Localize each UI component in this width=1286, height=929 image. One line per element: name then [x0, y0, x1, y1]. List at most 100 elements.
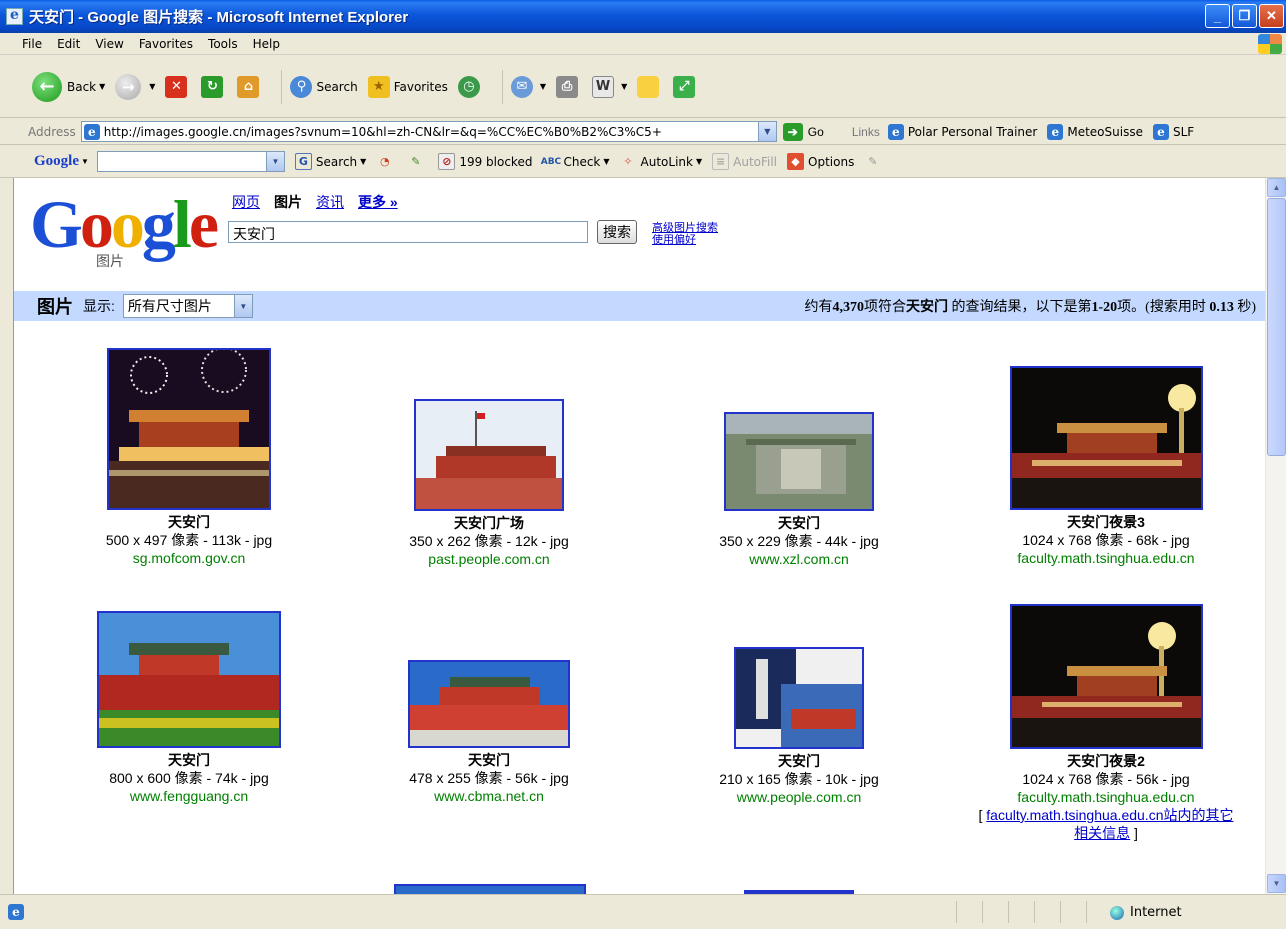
close-button[interactable]: ✕ [1259, 4, 1284, 28]
nav-news-link[interactable]: 资讯 [316, 192, 344, 212]
maximize-button[interactable]: ❐ [1232, 4, 1257, 28]
result-title[interactable]: 天安门 [379, 751, 599, 769]
scroll-up-icon[interactable]: ▲ [1267, 178, 1286, 197]
google-logo[interactable]: Google [30, 190, 219, 258]
result-size: 1024 x 768 像素 - 68k - jpg [1022, 532, 1190, 548]
autolink-menu-icon[interactable]: ▼ [696, 157, 702, 166]
result-site: faculty.math.tsinghua.edu.cn [1017, 789, 1195, 805]
autofill-label: AutoFill [733, 154, 778, 169]
page-icon: e [83, 123, 100, 140]
pencil-icon: ✎ [868, 155, 878, 168]
forward-dropdown-icon[interactable]: ▼ [149, 82, 155, 91]
preferences-link[interactable]: 使用偏好 [652, 234, 718, 246]
nav-more-link[interactable]: 更多 » [358, 192, 398, 212]
edit-dropdown-icon[interactable]: ▼ [621, 82, 627, 91]
stats-mid3: 项。(搜索用时 [1117, 300, 1210, 315]
history-button[interactable]: ◷ [457, 75, 484, 98]
search-query-input[interactable]: 天安门 [228, 221, 588, 243]
result-thumbnail[interactable] [408, 660, 570, 748]
back-button[interactable]: ← Back ▼ [32, 71, 105, 102]
options-button[interactable]: ◆ Options [787, 153, 854, 170]
result-thumbnail[interactable] [1009, 604, 1203, 749]
result-title[interactable]: 天安门夜景3 [984, 513, 1228, 531]
news-icon: ✎ [411, 155, 421, 168]
mail-dropdown-icon[interactable]: ▼ [540, 82, 546, 91]
more-from-site-link[interactable]: faculty.math.tsinghua.edu.cn站内的其它 [986, 807, 1233, 823]
vertical-scrollbar[interactable]: ▲ ▼ [1265, 178, 1286, 894]
print-button[interactable]: ⎙ [556, 75, 582, 98]
autolink-label: AutoLink [640, 154, 693, 169]
search-submit-button[interactable]: 搜索 [597, 220, 637, 244]
address-input[interactable]: e http://images.google.cn/images?svnum=1… [80, 121, 777, 142]
menu-file[interactable]: File [22, 37, 42, 51]
related-info-link[interactable]: 相关信息 [1074, 825, 1130, 841]
size-dropdown-icon[interactable]: ▼ [233, 295, 252, 317]
google-search-menu-icon[interactable]: ▼ [360, 157, 366, 166]
go-arrow-icon: ➔ [782, 122, 803, 141]
result-title[interactable]: 天安门夜景2 [954, 752, 1258, 770]
forward-button[interactable]: → ▼ [115, 73, 155, 100]
menu-bar: File Edit View Favorites Tools Help [0, 33, 1286, 55]
refresh-button[interactable]: ↻ [201, 75, 227, 98]
result-title[interactable]: 天安门 [74, 513, 304, 531]
result-thumbnail[interactable] [724, 412, 874, 511]
mail-button[interactable]: ✉ ▼ [510, 75, 546, 98]
minimize-button[interactable]: _ [1205, 4, 1230, 28]
discuss-button[interactable] [637, 75, 663, 98]
link-slf[interactable]: e SLF [1151, 123, 1194, 140]
result-title[interactable]: 天安门广场 [379, 514, 599, 532]
mail-icon: ✉ [510, 75, 533, 98]
edit-button[interactable]: W ▼ [592, 75, 627, 98]
address-url[interactable]: http://images.google.cn/images?svnum=10&… [104, 125, 662, 139]
menu-help[interactable]: Help [253, 37, 280, 51]
result-title[interactable]: 天安门 [694, 752, 904, 770]
google-search-button[interactable]: G Search ▼ [294, 153, 366, 170]
result-thumbnail[interactable] [107, 348, 271, 510]
popup-blocker-button[interactable]: ⊘ 199 blocked [438, 153, 532, 170]
menu-favorites[interactable]: Favorites [139, 37, 193, 51]
search-button[interactable]: ⚲ Search [290, 75, 358, 98]
spell-check-button[interactable]: ABC Check ▼ [541, 153, 610, 170]
result-thumbnail[interactable] [1009, 366, 1203, 510]
favorites-button[interactable]: ★ Favorites [367, 75, 448, 98]
address-dropdown-icon[interactable]: ▼ [757, 122, 776, 141]
stats-query: 天安门 [905, 300, 948, 315]
result-size: 350 x 262 像素 - 12k - jpg [409, 533, 569, 549]
autolink-button[interactable]: ✧ AutoLink ▼ [620, 153, 702, 170]
check-menu-icon[interactable]: ▼ [603, 157, 609, 166]
google-toolbar: Google ▼ ▼ G Search ▼ ◔ ✎ ⊘ 199 blocked … [0, 146, 1286, 178]
pagerank-button[interactable]: ◔ [376, 153, 397, 170]
highlight-button[interactable]: ✎ [864, 153, 885, 170]
messenger-button[interactable]: ⤢ [673, 75, 699, 98]
link-meteosuisse[interactable]: e MeteoSuisse [1045, 123, 1143, 140]
google-menu-dropdown-icon[interactable]: ▼ [81, 157, 89, 166]
result-thumbnail[interactable] [734, 647, 864, 749]
magnifier-icon: ⚲ [290, 75, 313, 98]
menu-edit[interactable]: Edit [57, 37, 80, 51]
menu-tools[interactable]: Tools [208, 37, 238, 51]
news-button[interactable]: ✎ [407, 153, 428, 170]
google-search-dropdown-icon[interactable]: ▼ [265, 152, 284, 171]
image-size-select[interactable]: 所有尺寸图片 ▼ [122, 294, 253, 318]
back-dropdown-icon[interactable]: ▼ [99, 82, 105, 91]
autofill-button[interactable]: ≡ AutoFill [712, 153, 777, 170]
link-polar[interactable]: e Polar Personal Trainer [886, 123, 1037, 140]
scroll-down-icon[interactable]: ▼ [1267, 874, 1286, 893]
home-button[interactable]: ⌂ [237, 75, 263, 98]
google-toolbar-search-input[interactable]: ▼ [96, 151, 285, 172]
result-thumbnail-partial[interactable] [394, 884, 586, 894]
ie-app-icon[interactable] [6, 7, 23, 25]
folder-icon [637, 75, 660, 98]
go-button[interactable]: ➔ Go [782, 122, 824, 141]
zone-label: Internet [1130, 905, 1182, 920]
result-title[interactable]: 天安门 [74, 751, 304, 769]
result-title[interactable]: 天安门 [694, 514, 904, 532]
menu-view[interactable]: View [95, 37, 123, 51]
scroll-thumb[interactable] [1267, 198, 1286, 456]
nav-web-link[interactable]: 网页 [232, 192, 260, 212]
advanced-image-search-link[interactable]: 高级图片搜索 [652, 222, 718, 234]
result-thumbnail[interactable] [97, 611, 281, 748]
stop-button[interactable]: ✕ [165, 75, 191, 98]
google-toolbar-logo[interactable]: Google [34, 153, 79, 170]
result-thumbnail[interactable] [414, 399, 564, 511]
